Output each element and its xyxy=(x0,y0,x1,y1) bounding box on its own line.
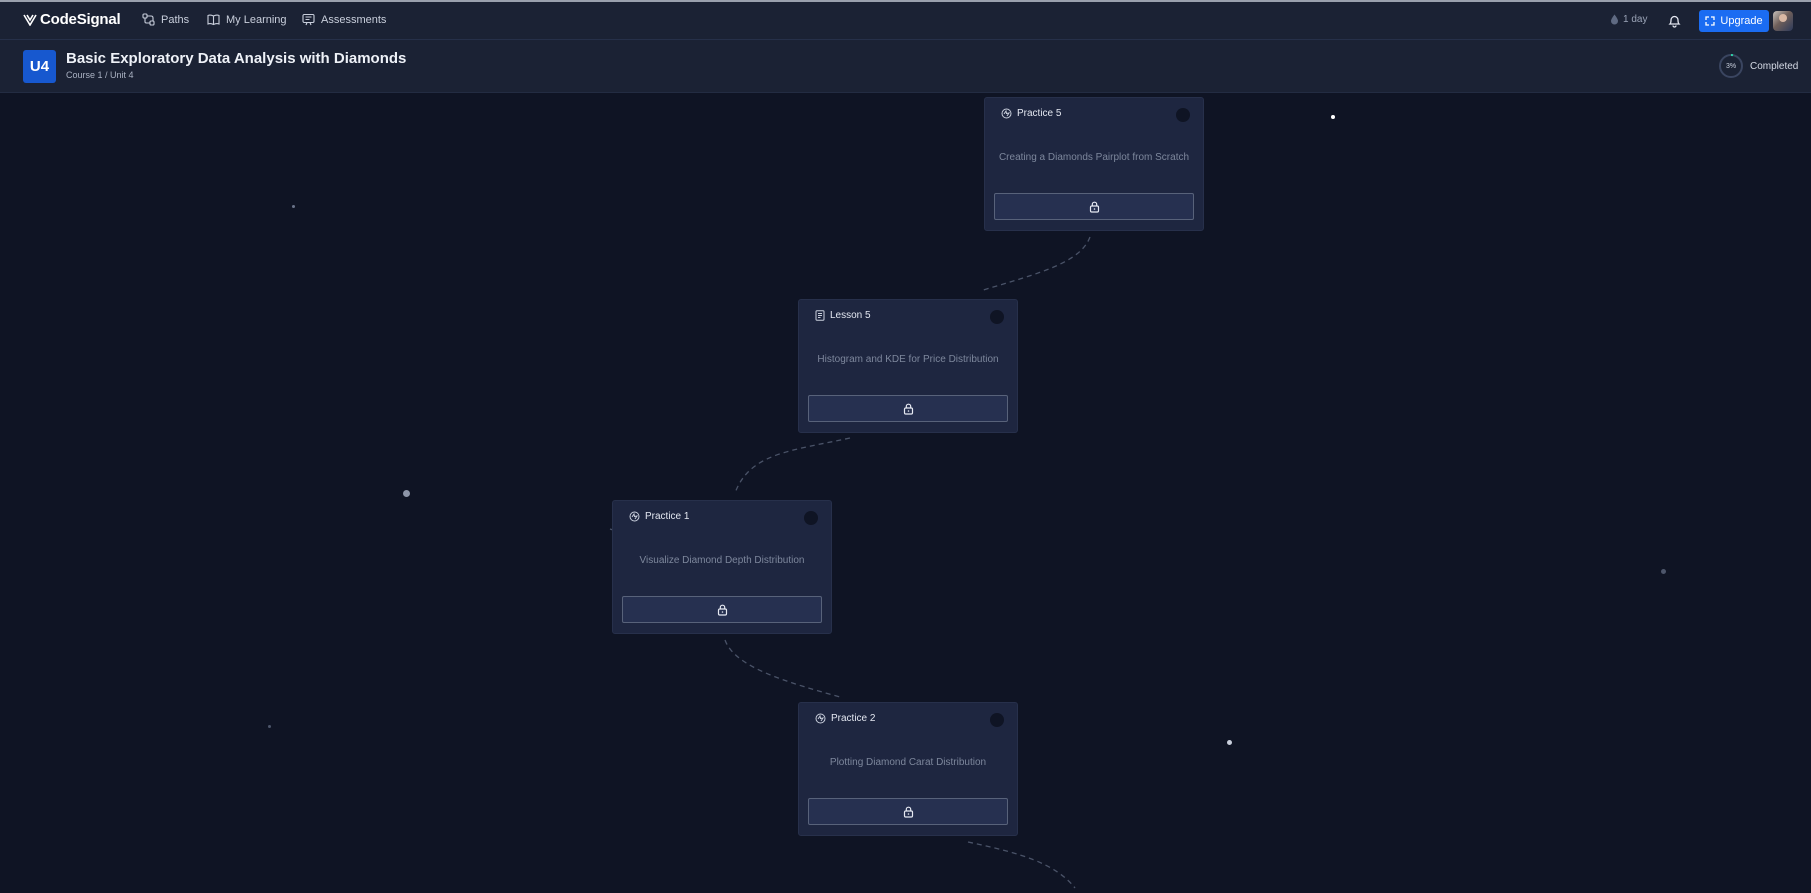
locked-start-button[interactable] xyxy=(808,798,1008,825)
lock-icon xyxy=(1089,201,1099,213)
locked-start-button[interactable] xyxy=(994,193,1194,220)
card-type-label: Practice 2 xyxy=(831,713,876,724)
nav-my-learning[interactable]: My Learning xyxy=(207,13,287,26)
locked-start-button[interactable] xyxy=(808,395,1008,422)
progress-ring: 3% xyxy=(1718,53,1744,79)
status-indicator xyxy=(990,713,1004,727)
breadcrumb[interactable]: Course 1 / Unit 4 xyxy=(66,70,134,80)
top-navbar: CodeSignal Paths My Learning Assessments… xyxy=(0,2,1811,40)
locked-start-button[interactable] xyxy=(622,596,822,623)
background-star xyxy=(403,490,410,497)
card-header: Practice 5 xyxy=(1001,108,1061,119)
practice-icon xyxy=(629,511,640,522)
card-type-label: Lesson 5 xyxy=(830,310,871,321)
practice-icon xyxy=(1001,108,1012,119)
notifications-button[interactable] xyxy=(1668,14,1681,33)
card-title: Plotting Diamond Carat Distribution xyxy=(829,757,987,768)
status-indicator xyxy=(1176,108,1190,122)
assessment-icon xyxy=(302,13,315,26)
card-lesson-5[interactable]: Lesson 5 Histogram and KDE for Price Dis… xyxy=(798,299,1018,433)
progress-label: Completed xyxy=(1750,60,1799,72)
lesson-icon xyxy=(815,310,825,321)
background-star xyxy=(292,205,295,208)
paths-icon xyxy=(142,13,155,26)
codesignal-logo[interactable]: CodeSignal xyxy=(23,11,121,28)
card-header: Practice 1 xyxy=(629,511,689,522)
brand-name: CodeSignal xyxy=(40,11,121,28)
background-star xyxy=(1331,115,1335,119)
card-practice-2[interactable]: Practice 2 Plotting Diamond Carat Distri… xyxy=(798,702,1018,836)
card-title: Visualize Diamond Depth Distribution xyxy=(639,555,805,566)
streak-label: 1 day xyxy=(1623,14,1648,25)
lock-icon xyxy=(717,604,727,616)
progress-percent: 3% xyxy=(1725,62,1737,70)
background-star xyxy=(1227,740,1232,745)
unit-progress: 3% Completed xyxy=(1718,53,1798,79)
user-avatar[interactable] xyxy=(1773,11,1793,31)
lock-icon xyxy=(903,403,913,415)
page-title: Basic Exploratory Data Analysis with Dia… xyxy=(66,50,407,67)
card-header: Lesson 5 xyxy=(815,310,871,321)
nav-my-learning-label: My Learning xyxy=(226,13,287,26)
background-star xyxy=(1661,569,1666,574)
nav-assessments-label: Assessments xyxy=(321,13,387,26)
card-header: Practice 2 xyxy=(815,713,875,724)
status-indicator xyxy=(804,511,818,525)
card-type-label: Practice 5 xyxy=(1017,108,1062,119)
drop-icon xyxy=(1611,14,1618,25)
card-practice-5[interactable]: Practice 5 Creating a Diamonds Pairplot … xyxy=(984,97,1204,231)
unit-badge: U4 xyxy=(23,50,56,83)
background-star xyxy=(268,725,271,728)
upgrade-button[interactable]: Upgrade xyxy=(1699,10,1769,32)
nav-paths-label: Paths xyxy=(161,13,190,26)
unit-header: U4 Basic Exploratory Data Analysis with … xyxy=(0,40,1811,93)
codesignal-logo-icon xyxy=(23,14,37,26)
upgrade-label: Upgrade xyxy=(1720,15,1763,27)
streak-indicator[interactable]: 1 day xyxy=(1610,14,1647,25)
card-title: Histogram and KDE for Price Distribution xyxy=(817,354,999,365)
learning-path-canvas[interactable]: Practice 5 Creating a Diamonds Pairplot … xyxy=(0,93,1811,893)
nav-paths[interactable]: Paths xyxy=(142,13,189,26)
card-title: Creating a Diamonds Pairplot from Scratc… xyxy=(998,152,1190,163)
practice-icon xyxy=(815,713,826,724)
nav-assessments[interactable]: Assessments xyxy=(302,13,386,26)
book-icon xyxy=(207,14,220,26)
expand-icon xyxy=(1705,16,1716,26)
status-indicator xyxy=(990,310,1004,324)
card-type-label: Practice 1 xyxy=(645,511,690,522)
card-practice-1[interactable]: Practice 1 Visualize Diamond Depth Distr… xyxy=(612,500,832,634)
bell-icon xyxy=(1668,15,1681,28)
lock-icon xyxy=(903,806,913,818)
